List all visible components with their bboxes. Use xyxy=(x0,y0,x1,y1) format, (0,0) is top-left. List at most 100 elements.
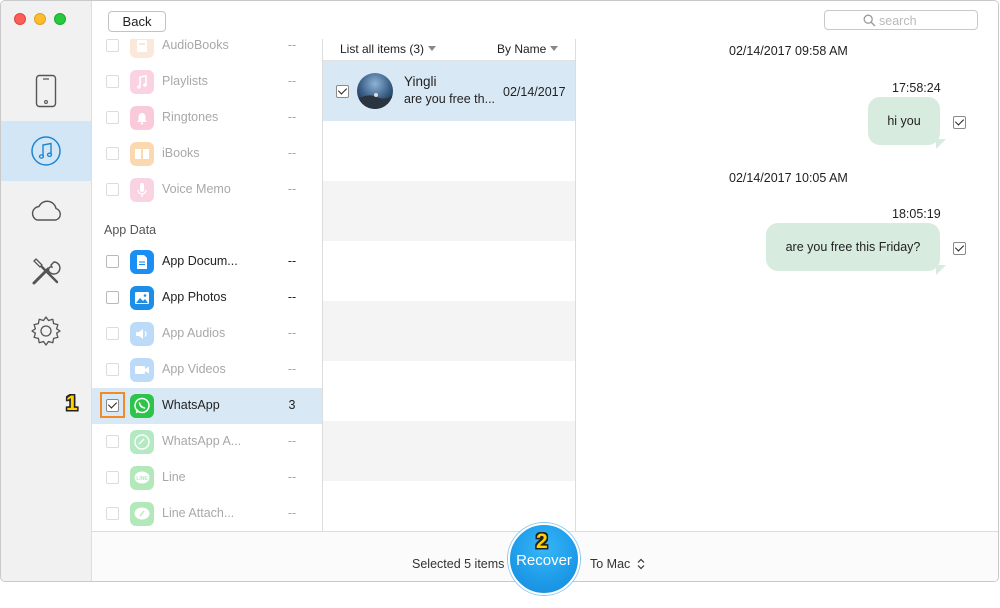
category-count: -- xyxy=(287,326,297,340)
category-row-whatsapp-attachments[interactable]: WhatsApp A... -- xyxy=(92,424,322,460)
category-checkbox[interactable] xyxy=(106,327,119,340)
message-checkbox[interactable] xyxy=(953,116,966,129)
message-checkbox[interactable] xyxy=(953,242,966,255)
whatsapp-attachments-icon xyxy=(130,430,154,454)
list-filter-dropdown[interactable]: List all items (3) xyxy=(340,42,437,56)
chat-checkbox[interactable] xyxy=(336,85,349,98)
category-row-app-documents[interactable]: App Docum... -- xyxy=(92,244,322,280)
empty-row xyxy=(323,121,575,181)
category-checkbox[interactable] xyxy=(106,291,119,304)
zoom-window-button[interactable] xyxy=(54,13,66,25)
message-time: 17:58:24 xyxy=(892,81,941,95)
category-row-whatsapp[interactable]: WhatsApp 3 xyxy=(92,388,322,424)
category-checkbox[interactable] xyxy=(106,147,119,160)
message-bubble[interactable]: are you free this Friday? xyxy=(766,223,946,275)
category-label: AudioBooks xyxy=(162,39,229,52)
selection-summary: Selected 5 items xyxy=(412,557,505,571)
settings-icon xyxy=(30,315,62,347)
close-window-button[interactable] xyxy=(14,13,26,25)
line-icon: LINE xyxy=(130,466,154,490)
empty-row xyxy=(323,421,575,481)
category-checkbox[interactable] xyxy=(106,507,119,520)
category-checkbox[interactable] xyxy=(106,75,119,88)
destination-selector[interactable]: To Mac xyxy=(590,557,645,573)
message-bubble[interactable]: hi you xyxy=(868,97,946,149)
category-count: -- xyxy=(287,254,297,268)
minimize-window-button[interactable] xyxy=(34,13,46,25)
items-header: List all items (3) By Name xyxy=(323,39,575,61)
category-row-playlists[interactable]: Playlists -- xyxy=(92,64,322,100)
avatar xyxy=(357,73,393,109)
category-label: iBooks xyxy=(162,146,200,160)
sort-dropdown[interactable]: By Name xyxy=(497,42,559,56)
list-filter-label: List all items (3) xyxy=(340,42,425,56)
search-input[interactable]: search xyxy=(824,10,978,30)
category-label: App Audios xyxy=(162,326,226,340)
line-attachments-icon xyxy=(130,502,154,526)
category-label: WhatsApp A... xyxy=(162,434,242,448)
nav-tools[interactable] xyxy=(1,241,91,301)
message-time: 18:05:19 xyxy=(892,207,941,221)
chat-date: 02/14/2017 xyxy=(503,85,566,99)
search-placeholder: search xyxy=(879,14,917,28)
items-list: List all items (3) By Name Yingli are yo… xyxy=(323,39,576,531)
chat-preview: are you free th... xyxy=(404,92,496,106)
category-count: -- xyxy=(287,110,297,124)
category-row-audiobooks[interactable]: AudioBooks -- xyxy=(92,39,322,64)
ibooks-icon xyxy=(130,142,154,166)
category-row-app-videos[interactable]: App Videos -- xyxy=(92,352,322,388)
step-2-label: 2 xyxy=(536,530,548,553)
category-checkbox[interactable] xyxy=(106,363,119,376)
category-count: -- xyxy=(287,146,297,160)
chat-name: Yingli xyxy=(404,74,437,89)
bubble-tail xyxy=(936,139,946,149)
tools-icon xyxy=(30,255,62,287)
whatsapp-icon xyxy=(130,394,154,418)
category-row-app-photos[interactable]: App Photos -- xyxy=(92,280,322,316)
category-row-ibooks[interactable]: iBooks -- xyxy=(92,136,322,172)
nav-settings[interactable] xyxy=(1,301,91,361)
category-count: -- xyxy=(287,470,297,484)
category-count: -- xyxy=(287,506,297,520)
category-checkbox[interactable] xyxy=(106,111,119,124)
category-row-app-audios[interactable]: App Audios -- xyxy=(92,316,322,352)
voice-memo-icon xyxy=(130,178,154,202)
chat-row-yingli[interactable]: Yingli are you free th... 02/14/2017 xyxy=(323,61,575,121)
category-label: Ringtones xyxy=(162,110,219,124)
nav-cloud[interactable] xyxy=(1,181,91,241)
step-1-highlight xyxy=(100,392,125,418)
left-navigation xyxy=(1,1,92,581)
playlists-icon xyxy=(130,70,154,94)
back-button[interactable]: Back xyxy=(108,11,166,32)
category-row-line-attachments[interactable]: Line Attach... -- xyxy=(92,496,322,531)
category-count: -- xyxy=(287,290,297,304)
app-window: Back search AudioBooks -- Playlists -- R… xyxy=(0,0,999,582)
step-1-label: 1 xyxy=(66,392,78,415)
app-videos-icon xyxy=(130,358,154,382)
app-documents-icon xyxy=(130,250,154,274)
chevron-down-icon xyxy=(550,46,559,51)
updown-chevron-icon xyxy=(637,558,645,573)
category-count: -- xyxy=(287,434,297,448)
category-checkbox[interactable] xyxy=(106,435,119,448)
category-label: App Photos xyxy=(162,290,227,304)
category-checkbox[interactable] xyxy=(106,39,119,52)
nav-music[interactable] xyxy=(1,121,91,181)
category-row-line[interactable]: LINE Line -- xyxy=(92,460,322,496)
ringtones-icon xyxy=(130,106,154,130)
nav-device[interactable] xyxy=(1,61,91,121)
category-count: -- xyxy=(287,182,297,196)
category-row-ringtones[interactable]: Ringtones -- xyxy=(92,100,322,136)
category-label: Playlists xyxy=(162,74,208,88)
message-date: 02/14/2017 09:58 AM xyxy=(729,44,848,58)
category-checkbox[interactable] xyxy=(106,471,119,484)
empty-row xyxy=(323,181,575,241)
category-label: WhatsApp xyxy=(162,398,220,412)
category-label: Voice Memo xyxy=(162,182,231,196)
device-icon xyxy=(35,74,57,108)
category-list: AudioBooks -- Playlists -- Ringtones -- … xyxy=(92,39,323,531)
sort-label: By Name xyxy=(497,42,547,56)
category-checkbox[interactable] xyxy=(106,183,119,196)
category-checkbox[interactable] xyxy=(106,255,119,268)
category-row-voice-memo[interactable]: Voice Memo -- xyxy=(92,172,322,208)
